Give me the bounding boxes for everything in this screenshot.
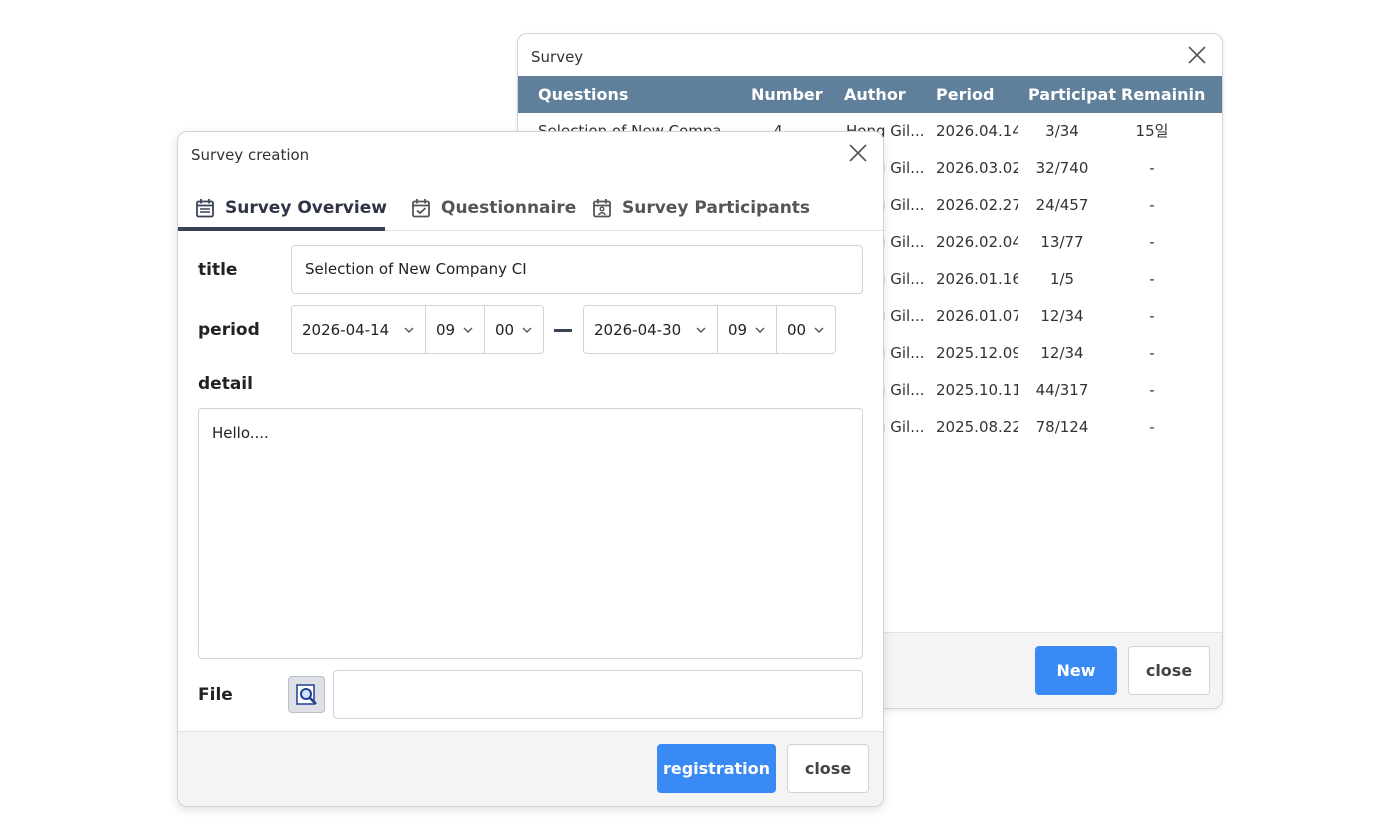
cell-remaining: - bbox=[1149, 159, 1155, 177]
tab-label: Survey Participants bbox=[622, 197, 811, 218]
tab-survey-overview[interactable]: Survey Overview bbox=[195, 184, 387, 231]
cell-remaining: 15일 bbox=[1135, 122, 1169, 140]
cell-participants: 3/34 bbox=[1045, 122, 1079, 140]
new-survey-button[interactable]: New bbox=[1035, 646, 1117, 695]
cell-period: 2026.04.14. bbox=[936, 122, 1018, 140]
end-minute-value: 00 bbox=[787, 320, 807, 339]
survey-tabs: Survey Overview Questionnaire Survey Par… bbox=[178, 184, 883, 231]
cell-participants: 44/317 bbox=[1035, 381, 1089, 399]
cell-period: 2025.12.09. bbox=[936, 344, 1018, 362]
start-date-value: 2026-04-14 bbox=[302, 320, 390, 339]
cell-remaining: - bbox=[1149, 233, 1155, 251]
cell-participants: 12/34 bbox=[1040, 307, 1084, 325]
cell-participants: 78/124 bbox=[1035, 418, 1089, 436]
calendar-check-icon bbox=[412, 198, 430, 217]
close-creation-button[interactable]: close bbox=[787, 744, 869, 793]
end-date-value: 2026-04-30 bbox=[594, 320, 682, 339]
chevron-down-icon bbox=[404, 327, 414, 333]
cell-participants: 1/5 bbox=[1049, 270, 1075, 288]
file-label: File bbox=[198, 685, 233, 705]
chevron-down-icon bbox=[814, 327, 824, 333]
chevron-down-icon bbox=[696, 327, 706, 333]
cell-remaining: - bbox=[1149, 418, 1155, 436]
start-date-select[interactable]: 2026-04-14 bbox=[292, 306, 426, 353]
survey-creation-window: Survey creation Survey Overview Question… bbox=[177, 131, 884, 807]
survey-creation-title: Survey creation bbox=[191, 146, 310, 164]
survey-creation-footer: registration close bbox=[178, 731, 883, 806]
close-icon[interactable] bbox=[847, 142, 869, 164]
cell-period: 2026.01.16. bbox=[936, 270, 1018, 288]
cell-participants: 24/457 bbox=[1035, 196, 1089, 214]
end-date-select[interactable]: 2026-04-30 bbox=[584, 306, 718, 353]
close-icon[interactable] bbox=[1186, 44, 1208, 66]
cell-participants: 12/34 bbox=[1040, 344, 1084, 362]
start-hour-select[interactable]: 09 bbox=[426, 306, 485, 353]
detail-textarea[interactable]: Hello.... bbox=[198, 408, 863, 659]
cell-remaining: - bbox=[1149, 196, 1155, 214]
chevron-down-icon bbox=[755, 327, 765, 333]
detail-label: detail bbox=[198, 374, 253, 394]
chevron-down-icon bbox=[463, 327, 473, 333]
cell-period: 2026.02.27. bbox=[936, 196, 1018, 214]
cell-remaining: - bbox=[1149, 381, 1155, 399]
tab-label: Survey Overview bbox=[225, 197, 387, 218]
survey-table-header: Questions Number Author Period Participa… bbox=[518, 76, 1222, 113]
cell-remaining: - bbox=[1149, 270, 1155, 288]
file-search-icon bbox=[295, 683, 317, 705]
column-header-remaining[interactable]: Remaining bbox=[1121, 76, 1205, 113]
end-minute-select[interactable]: 00 bbox=[777, 306, 835, 353]
start-minute-select[interactable]: 00 bbox=[485, 306, 543, 353]
cell-period: 2026.03.02. bbox=[936, 159, 1018, 177]
chevron-down-icon bbox=[522, 327, 532, 333]
cell-period: 2025.10.11. bbox=[936, 381, 1018, 399]
close-list-button[interactable]: close bbox=[1128, 646, 1210, 695]
registration-button[interactable]: registration bbox=[657, 744, 776, 793]
cell-remaining: - bbox=[1149, 307, 1155, 325]
start-hour-value: 09 bbox=[436, 320, 456, 339]
period-separator bbox=[554, 329, 572, 332]
tab-survey-participants[interactable]: Survey Participants bbox=[592, 184, 810, 231]
title-input[interactable]: Selection of New Company CI bbox=[291, 245, 863, 294]
column-header-period[interactable]: Period bbox=[936, 76, 1018, 113]
title-label: title bbox=[198, 260, 238, 280]
calendar-list-icon bbox=[196, 198, 214, 217]
cell-period: 2026.02.04. bbox=[936, 233, 1018, 251]
period-label: period bbox=[198, 320, 260, 340]
cell-participants: 32/740 bbox=[1035, 159, 1089, 177]
cell-participants: 13/77 bbox=[1040, 233, 1084, 251]
active-tab-indicator bbox=[178, 227, 385, 231]
column-header-participants[interactable]: Participati bbox=[1028, 76, 1116, 113]
start-datetime-group: 2026-04-14 09 00 bbox=[291, 305, 544, 354]
column-header-author[interactable]: Author bbox=[844, 76, 926, 113]
tab-questionnaire[interactable]: Questionnaire bbox=[411, 184, 576, 231]
file-browse-button[interactable] bbox=[288, 676, 325, 713]
cell-period: 2026.01.07. bbox=[936, 307, 1018, 325]
cell-period: 2025.08.22. bbox=[936, 418, 1018, 436]
end-datetime-group: 2026-04-30 09 00 bbox=[583, 305, 836, 354]
end-hour-select[interactable]: 09 bbox=[718, 306, 777, 353]
column-header-number[interactable]: Number bbox=[751, 76, 823, 113]
survey-list-title: Survey bbox=[531, 48, 584, 66]
file-input[interactable] bbox=[333, 670, 863, 719]
start-minute-value: 00 bbox=[495, 320, 515, 339]
calendar-person-icon bbox=[593, 198, 611, 217]
cell-remaining: - bbox=[1149, 344, 1155, 362]
column-header-questions[interactable]: Questions bbox=[538, 76, 728, 113]
end-hour-value: 09 bbox=[728, 320, 748, 339]
tab-label: Questionnaire bbox=[441, 197, 577, 218]
